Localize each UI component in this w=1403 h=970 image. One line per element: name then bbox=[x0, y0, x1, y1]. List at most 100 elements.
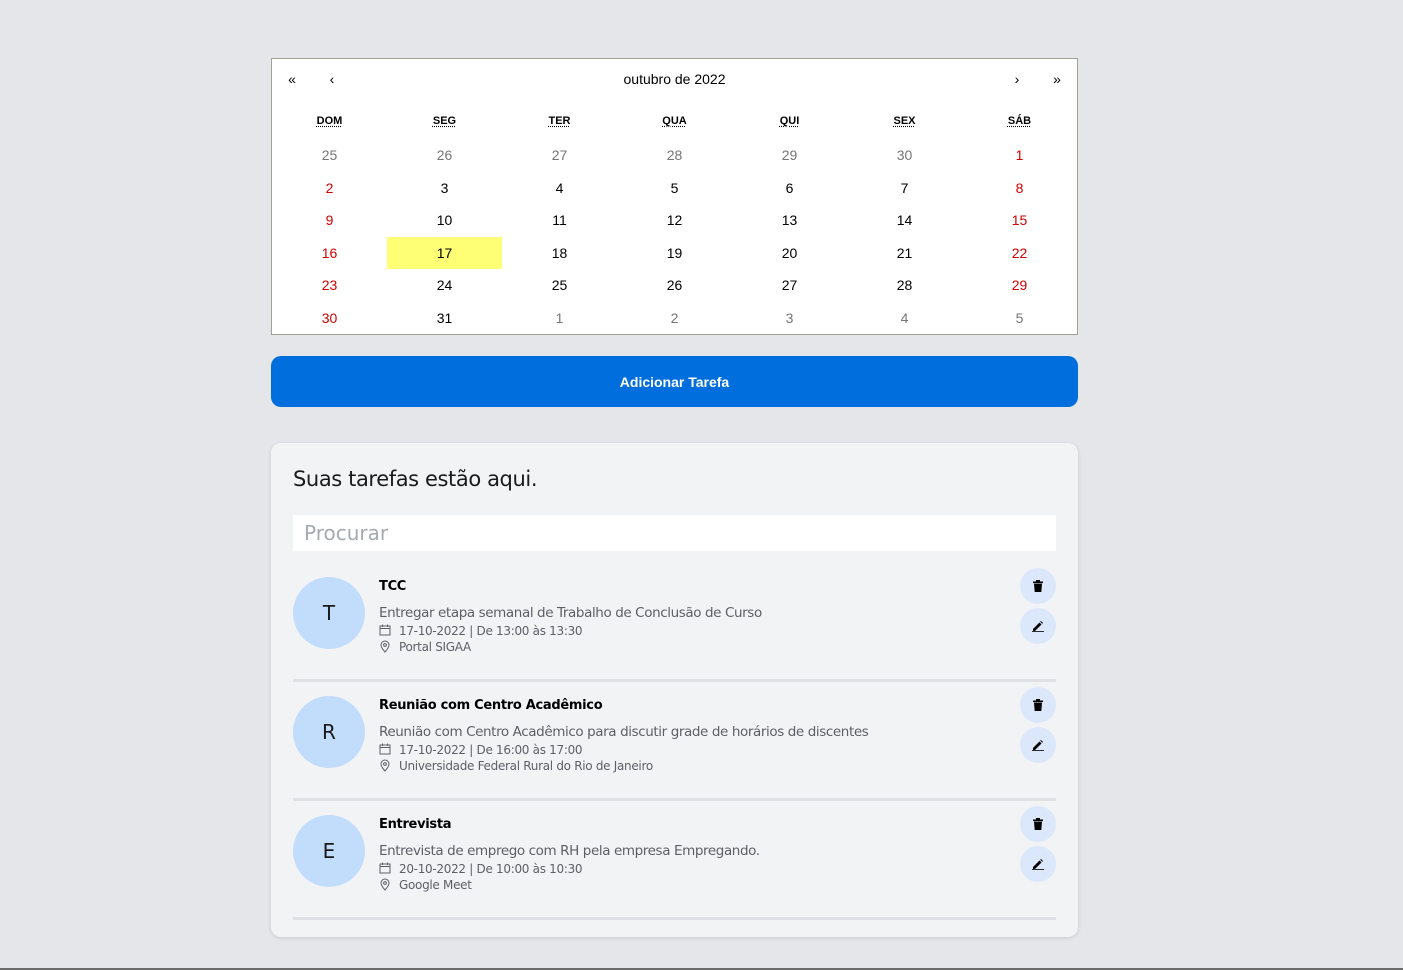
calendar-navigation: « ‹ outubro de 2022 › » bbox=[272, 59, 1077, 99]
task-description: Entrevista de emprego com RH pela empres… bbox=[379, 843, 760, 859]
task-title: TCC bbox=[379, 579, 407, 594]
add-task-button[interactable]: Adicionar Tarefa bbox=[271, 356, 1078, 407]
delete-task-button[interactable] bbox=[1020, 568, 1056, 604]
delete-task-button[interactable] bbox=[1020, 806, 1056, 842]
calendar-day[interactable]: 3 bbox=[387, 172, 502, 205]
pencil-icon bbox=[1032, 739, 1044, 751]
calendar-day[interactable]: 5 bbox=[617, 172, 732, 205]
task-datetime-row: 17-10-2022 | De 13:00 às 13:30 bbox=[379, 624, 583, 638]
calendar-days-grid: 25 26 27 28 29 30 1 2 3 4 5 6 7 8 9 10 11 12 13 14 15 16 17 18 1… bbox=[272, 139, 1077, 334]
calendar-day[interactable]: 18 bbox=[502, 237, 617, 270]
calendar-day[interactable]: 16 bbox=[272, 237, 387, 270]
weekday-label: QUA bbox=[662, 115, 687, 127]
calendar-day[interactable]: 20 bbox=[732, 237, 847, 270]
calendar-day[interactable]: 27 bbox=[732, 269, 847, 302]
task-avatar: R bbox=[293, 696, 365, 768]
calendar-day[interactable]: 30 bbox=[847, 139, 962, 172]
calendar-day[interactable]: 31 bbox=[387, 302, 502, 335]
task-datetime-row: 20-10-2022 | De 10:00 às 10:30 bbox=[379, 862, 583, 876]
search-input[interactable] bbox=[293, 515, 1056, 551]
task-avatar: E bbox=[293, 815, 365, 887]
calendar: « ‹ outubro de 2022 › » DOM SEG TER QUA … bbox=[271, 58, 1078, 335]
calendar-day[interactable]: 26 bbox=[617, 269, 732, 302]
task-item: R Reunião com Centro Acadêmico Reunião c… bbox=[293, 682, 1056, 801]
calendar-day[interactable]: 25 bbox=[272, 139, 387, 172]
prev-month-button[interactable]: ‹ bbox=[312, 59, 352, 99]
calendar-day[interactable]: 7 bbox=[847, 172, 962, 205]
calendar-day[interactable]: 29 bbox=[732, 139, 847, 172]
calendar-day[interactable]: 1 bbox=[962, 139, 1077, 172]
calendar-day[interactable]: 29 bbox=[962, 269, 1077, 302]
location-pin-icon bbox=[379, 878, 393, 892]
task-title: Reunião com Centro Acadêmico bbox=[379, 698, 603, 713]
calendar-day[interactable]: 23 bbox=[272, 269, 387, 302]
trash-icon bbox=[1033, 699, 1043, 711]
calendar-day[interactable]: 24 bbox=[387, 269, 502, 302]
weekday-label: TER bbox=[548, 115, 571, 127]
calendar-day[interactable]: 19 bbox=[617, 237, 732, 270]
pencil-icon bbox=[1032, 620, 1044, 632]
weekday-label: SEG bbox=[432, 115, 457, 127]
tasks-title: Suas tarefas estão aqui. bbox=[293, 467, 538, 491]
calendar-day[interactable]: 5 bbox=[962, 302, 1077, 335]
calendar-day[interactable]: 9 bbox=[272, 204, 387, 237]
delete-task-button[interactable] bbox=[1020, 687, 1056, 723]
calendar-day[interactable]: 10 bbox=[387, 204, 502, 237]
weekday-label: SÁB bbox=[1007, 115, 1032, 127]
calendar-icon bbox=[379, 743, 393, 757]
calendar-day-today[interactable]: 17 bbox=[387, 236, 502, 269]
calendar-icon bbox=[379, 862, 393, 876]
calendar-day[interactable]: 1 bbox=[502, 302, 617, 335]
calendar-day[interactable]: 2 bbox=[272, 172, 387, 205]
task-location: Portal SIGAA bbox=[399, 640, 471, 654]
location-pin-icon bbox=[379, 759, 393, 773]
calendar-day[interactable]: 28 bbox=[847, 269, 962, 302]
task-item: E Entrevista Entrevista de emprego com R… bbox=[293, 801, 1056, 920]
task-datetime: 20-10-2022 | De 10:00 às 10:30 bbox=[399, 862, 583, 876]
trash-icon bbox=[1033, 818, 1043, 830]
next-year-button[interactable]: » bbox=[1037, 59, 1077, 99]
weekday-label: DOM bbox=[316, 115, 343, 127]
next-month-button[interactable]: › bbox=[997, 59, 1037, 99]
task-location-row: Universidade Federal Rural do Rio de Jan… bbox=[379, 759, 653, 773]
calendar-day[interactable]: 3 bbox=[732, 302, 847, 335]
task-location-row: Portal SIGAA bbox=[379, 640, 471, 654]
calendar-day[interactable]: 8 bbox=[962, 172, 1077, 205]
calendar-day[interactable]: 4 bbox=[502, 172, 617, 205]
edit-task-button[interactable] bbox=[1020, 608, 1056, 644]
calendar-day[interactable]: 21 bbox=[847, 237, 962, 270]
task-location-row: Google Meet bbox=[379, 878, 472, 892]
prev-year-button[interactable]: « bbox=[272, 59, 312, 99]
calendar-icon bbox=[379, 624, 393, 638]
calendar-day[interactable]: 25 bbox=[502, 269, 617, 302]
calendar-day[interactable]: 26 bbox=[387, 139, 502, 172]
month-label[interactable]: outubro de 2022 bbox=[352, 59, 997, 99]
calendar-day[interactable]: 11 bbox=[502, 204, 617, 237]
calendar-day[interactable]: 27 bbox=[502, 139, 617, 172]
calendar-day[interactable]: 28 bbox=[617, 139, 732, 172]
calendar-day[interactable]: 2 bbox=[617, 302, 732, 335]
task-datetime: 17-10-2022 | De 13:00 às 13:30 bbox=[399, 624, 583, 638]
calendar-day[interactable]: 15 bbox=[962, 204, 1077, 237]
weekday-label: QUI bbox=[779, 115, 800, 127]
weekday-label: SEX bbox=[893, 115, 916, 127]
calendar-day[interactable]: 13 bbox=[732, 204, 847, 237]
task-datetime: 17-10-2022 | De 16:00 às 17:00 bbox=[399, 743, 583, 757]
weekday-header: DOM SEG TER QUA QUI SEX SÁB bbox=[272, 115, 1077, 127]
location-pin-icon bbox=[379, 640, 393, 654]
calendar-day[interactable]: 14 bbox=[847, 204, 962, 237]
task-datetime-row: 17-10-2022 | De 16:00 às 17:00 bbox=[379, 743, 583, 757]
calendar-day[interactable]: 4 bbox=[847, 302, 962, 335]
task-title: Entrevista bbox=[379, 817, 452, 832]
edit-task-button[interactable] bbox=[1020, 846, 1056, 882]
calendar-day[interactable]: 30 bbox=[272, 302, 387, 335]
task-avatar: T bbox=[293, 577, 365, 649]
task-description: Entregar etapa semanal de Trabalho de Co… bbox=[379, 605, 762, 621]
task-description: Reunião com Centro Acadêmico para discut… bbox=[379, 724, 869, 740]
calendar-day[interactable]: 6 bbox=[732, 172, 847, 205]
trash-icon bbox=[1033, 580, 1043, 592]
task-item: T TCC Entregar etapa semanal de Trabalho… bbox=[293, 563, 1056, 682]
calendar-day[interactable]: 22 bbox=[962, 237, 1077, 270]
edit-task-button[interactable] bbox=[1020, 727, 1056, 763]
calendar-day[interactable]: 12 bbox=[617, 204, 732, 237]
